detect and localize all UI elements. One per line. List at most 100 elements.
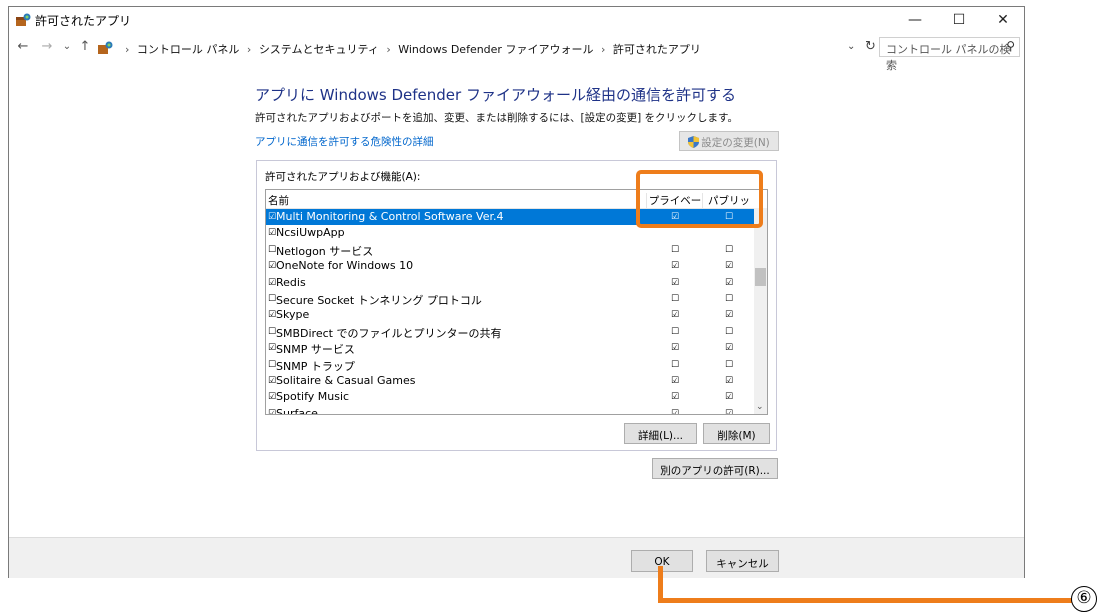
page-description: 許可されたアプリおよびポートを追加、変更、または削除するには、[設定の変更] を… (255, 112, 738, 124)
refresh-icon[interactable]: ↻ (865, 39, 876, 54)
private-checkbox[interactable]: ☐ (668, 245, 682, 255)
dialog-footer: OK キャンセル (9, 537, 1024, 578)
private-checkbox[interactable]: ☑ (668, 310, 682, 320)
app-name: Spotify Music (276, 390, 350, 404)
list-item[interactable]: ☑ OneNote for Windows 10 ☑ ☑ (266, 258, 754, 274)
minimize-button[interactable]: — (893, 7, 937, 34)
group-label: 許可されたアプリおよび機能(A): (265, 171, 421, 183)
search-icon: ⚲ (1006, 39, 1015, 53)
public-checkbox[interactable]: ☐ (722, 294, 736, 304)
change-settings-label: 設定の変更(N) (701, 137, 770, 149)
enabled-checkbox[interactable]: ☑ (268, 310, 276, 320)
enabled-checkbox[interactable]: ☑ (268, 261, 276, 271)
list-item[interactable]: ☑ Redis ☑ ☑ (266, 275, 754, 291)
close-button[interactable]: ✕ (981, 7, 1025, 34)
public-checkbox[interactable]: ☑ (722, 261, 736, 271)
app-name: OneNote for Windows 10 (276, 259, 414, 273)
list-item[interactable]: ☐ SNMP トラップ ☐ ☐ (266, 357, 754, 373)
vertical-scrollbar[interactable]: ⌄ (754, 208, 767, 414)
search-input[interactable]: コントロール パネルの検索 ⚲ (879, 37, 1020, 72)
public-checkbox[interactable]: ☐ (722, 245, 736, 255)
page-heading: アプリに Windows Defender ファイアウォール経由の通信を許可する (255, 86, 736, 104)
private-checkbox[interactable]: ☑ (668, 409, 682, 414)
breadcrumb-separator: › (386, 43, 391, 56)
private-checkbox[interactable]: ☐ (668, 327, 682, 337)
list-item[interactable]: ☑ Skype ☑ ☑ (266, 307, 754, 323)
app-name: Solitaire & Casual Games (276, 373, 416, 387)
private-checkbox[interactable]: ☐ (668, 360, 682, 370)
enabled-checkbox[interactable]: ☑ (268, 278, 276, 288)
breadcrumb-separator: › (600, 43, 606, 56)
enabled-checkbox[interactable]: ☐ (268, 294, 276, 304)
callout-line-horizontal (658, 598, 1072, 603)
list-item[interactable]: ☐ Netlogon サービス ☐ ☐ (266, 242, 754, 258)
app-name: Multi Monitoring & Control Software Ver.… (276, 210, 504, 223)
enabled-checkbox[interactable]: ☐ (268, 245, 276, 255)
scroll-down-chevron-icon[interactable]: ⌄ (756, 402, 764, 412)
enabled-checkbox[interactable]: ☑ (268, 343, 276, 353)
enabled-checkbox[interactable]: ☑ (268, 212, 276, 222)
remove-button[interactable]: 削除(M) (703, 423, 770, 444)
column-header-name[interactable]: 名前 (268, 193, 289, 208)
scrollbar-thumb[interactable] (755, 268, 766, 286)
cancel-button[interactable]: キャンセル (706, 550, 779, 572)
breadcrumb-defender-firewall[interactable]: Windows Defender ファイアウォール (398, 43, 593, 56)
list-item[interactable]: ☑ SNMP サービス ☑ ☑ (266, 340, 754, 356)
breadcrumb-separator: › (246, 43, 252, 56)
breadcrumb-allowed-apps[interactable]: 許可されたアプリ (613, 43, 701, 56)
enabled-checkbox[interactable]: ☐ (268, 360, 276, 370)
public-checkbox[interactable]: ☐ (722, 360, 736, 370)
main-content: アプリに Windows Defender ファイアウォール経由の通信を許可する… (9, 62, 1024, 537)
private-checkbox[interactable]: ☑ (668, 392, 682, 402)
app-name: NcsiUwpApp (276, 226, 345, 240)
enabled-checkbox[interactable]: ☑ (268, 376, 276, 386)
enabled-checkbox[interactable]: ☑ (268, 228, 276, 238)
risk-details-link[interactable]: アプリに通信を許可する危険性の詳細 (255, 134, 434, 149)
list-item[interactable]: ☑ Surface ☑ ☑ (266, 406, 754, 415)
private-checkbox[interactable]: ☐ (668, 294, 682, 304)
public-checkbox[interactable]: ☑ (722, 392, 736, 402)
enabled-checkbox[interactable]: ☑ (268, 409, 276, 414)
private-checkbox[interactable]: ☑ (668, 343, 682, 353)
public-checkbox[interactable]: ☑ (722, 310, 736, 320)
private-checkbox[interactable]: ☑ (668, 261, 682, 271)
back-arrow-icon[interactable]: ← (15, 39, 31, 54)
public-checkbox[interactable]: ☑ (722, 343, 736, 353)
app-name: Secure Socket トンネリング プロトコル (276, 293, 482, 307)
public-checkbox[interactable]: ☐ (722, 327, 736, 337)
step-number-badge: ⑥ (1071, 586, 1097, 612)
list-item[interactable]: ☐ SMBDirect でのファイルとプリンターの共有 ☐ ☐ (266, 324, 754, 340)
list-item[interactable]: ☑ Solitaire & Casual Games ☑ ☑ (266, 373, 754, 389)
app-name: Skype (276, 308, 310, 322)
allow-another-app-button[interactable]: 別のアプリの許可(R)... (652, 458, 778, 479)
firewall-app-icon (16, 13, 31, 26)
maximize-button[interactable]: ☐ (937, 7, 981, 34)
recent-locations-chevron-icon[interactable]: ⌄ (59, 41, 75, 52)
breadcrumb-system-security[interactable]: システムとセキュリティ (259, 43, 379, 56)
uac-shield-icon (688, 136, 700, 148)
app-name: Surface (276, 406, 318, 415)
change-settings-button[interactable]: 設定の変更(N) (679, 131, 779, 151)
app-name: SNMP サービス (276, 343, 355, 357)
up-arrow-icon[interactable]: ↑ (77, 39, 93, 54)
app-name: SNMP トラップ (276, 359, 355, 373)
private-checkbox[interactable]: ☑ (668, 376, 682, 386)
breadcrumb-control-panel[interactable]: コントロール パネル (137, 43, 240, 56)
public-checkbox[interactable]: ☑ (722, 409, 736, 414)
allowed-apps-window: 許可されたアプリ — ☐ ✕ ← → ⌄ ↑ › コントロール パネル › シス… (8, 6, 1025, 578)
list-item[interactable]: ☑ Spotify Music ☑ ☑ (266, 389, 754, 405)
enabled-checkbox[interactable]: ☐ (268, 327, 276, 337)
breadcrumb-separator: › (125, 43, 130, 56)
public-checkbox[interactable]: ☑ (722, 278, 736, 288)
private-checkbox[interactable]: ☑ (668, 278, 682, 288)
breadcrumb: › コントロール パネル › システムとセキュリティ › Windows Def… (121, 41, 701, 57)
details-button[interactable]: 詳細(L)... (624, 423, 697, 444)
public-checkbox[interactable]: ☑ (722, 376, 736, 386)
forward-arrow-icon[interactable]: → (39, 39, 55, 54)
window-title: 許可されたアプリ (35, 14, 132, 28)
enabled-checkbox[interactable]: ☑ (268, 392, 276, 402)
address-dropdown-chevron-icon[interactable]: ⌄ (847, 41, 855, 52)
app-name: SMBDirect でのファイルとプリンターの共有 (276, 326, 502, 340)
list-rows: ☑ Multi Monitoring & Control Software Ver… (266, 209, 754, 415)
list-item[interactable]: ☐ Secure Socket トンネリング プロトコル ☐ ☐ (266, 291, 754, 307)
